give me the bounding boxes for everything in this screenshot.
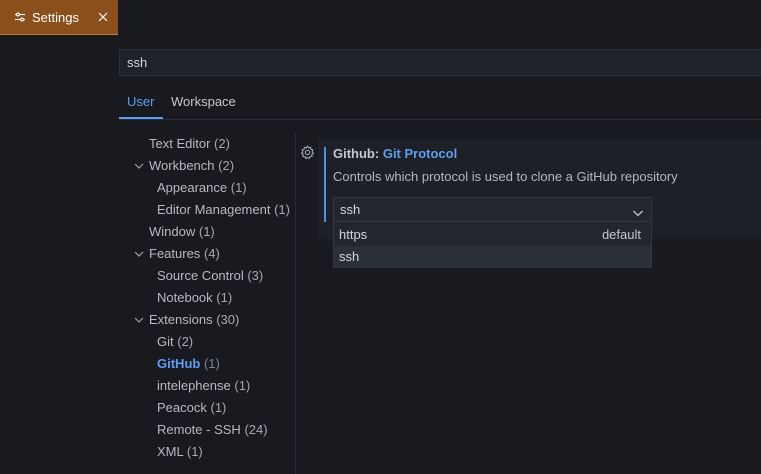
toc-sash[interactable] [295, 133, 296, 474]
protocol-dropdown-list: https default ssh [333, 222, 652, 268]
setting-title: Github: Git Protocol [333, 146, 457, 161]
toc-item-window[interactable]: Window (1) [149, 221, 215, 243]
toc-count: (2) [214, 136, 230, 151]
toc-label: Git [157, 334, 174, 349]
toc-count: (2) [177, 334, 194, 349]
tab-user[interactable]: User [127, 88, 154, 118]
toc-item-workbench[interactable]: Workbench (2) [134, 155, 235, 177]
tab-workspace[interactable]: Workspace [171, 88, 236, 118]
toc-item-intelephense[interactable]: intelephense (1) [157, 375, 250, 397]
toc-label: Notebook [157, 290, 213, 305]
toc-item-editor-management[interactable]: Editor Management (1) [157, 199, 290, 221]
toc-item-extensions[interactable]: Extensions (30) [134, 309, 240, 331]
toc-label: Appearance [157, 180, 228, 195]
toc-count: (30) [216, 312, 240, 327]
chevron-down-icon[interactable] [133, 155, 145, 177]
toc-label: Workbench [149, 158, 215, 173]
gear-icon[interactable] [300, 145, 315, 160]
toc-item-peacock[interactable]: Peacock (1) [157, 397, 226, 419]
setting-description: Controls which protocol is used to clone… [333, 169, 678, 184]
divider [119, 119, 761, 120]
close-icon[interactable] [96, 10, 110, 24]
toc-count: (1) [234, 378, 251, 393]
toc-label: Features [149, 246, 201, 261]
toc-label: Window [149, 224, 196, 239]
option-label: ssh [339, 249, 360, 264]
toc-count: (3) [247, 268, 264, 283]
settings-scope-tabs: User Workspace [119, 88, 761, 120]
toc-label: Remote - SSH [157, 422, 241, 437]
toc-label: Text Editor [149, 136, 211, 151]
toc-label: Peacock [157, 400, 207, 415]
editor-tab-bar: Settings [0, 0, 761, 36]
toc-count: (1) [203, 356, 220, 371]
toc-item-features[interactable]: Features (4) [134, 243, 220, 265]
toc-label: Source Control [157, 268, 244, 283]
chevron-down-icon[interactable] [133, 243, 145, 265]
dropdown-option-https[interactable]: https default [334, 224, 651, 246]
settings-table-of-contents: Text Editor (2) Workbench (2) Appearance… [119, 133, 295, 474]
toc-count: (1) [198, 224, 215, 239]
toc-item-xml[interactable]: XML (1) [157, 441, 203, 463]
toc-label: XML [157, 444, 184, 459]
toc-item-source-control[interactable]: Source Control (3) [157, 265, 263, 287]
settings-search-input[interactable] [119, 49, 761, 76]
toc-item-text-editor[interactable]: Text Editor (2) [149, 133, 230, 155]
toc-item-git[interactable]: Git (2) [157, 331, 193, 353]
toc-count: (24) [244, 422, 268, 437]
toc-count: (4) [203, 246, 220, 261]
toc-count: (1) [186, 444, 203, 459]
toc-label: GitHub [157, 356, 201, 371]
toc-item-notebook[interactable]: Notebook (1) [157, 287, 232, 309]
dropdown-option-ssh[interactable]: ssh [334, 246, 651, 268]
toc-label: Extensions [149, 312, 213, 327]
toc-count: (1) [230, 180, 247, 195]
option-default-tag: default [601, 227, 641, 242]
option-label: https [339, 227, 368, 242]
toc-item-remote-ssh[interactable]: Remote - SSH (24) [157, 419, 268, 441]
chevron-down-icon[interactable] [133, 309, 145, 331]
toc-count: (1) [216, 290, 233, 305]
toc-count: (1) [210, 400, 227, 415]
toc-label: Editor Management [157, 202, 271, 217]
setting-category: Github: [333, 146, 383, 161]
toc-label: intelephense [157, 378, 231, 393]
settings-sliders-icon [14, 11, 26, 23]
protocol-select[interactable]: ssh [333, 197, 652, 222]
toc-item-appearance[interactable]: Appearance (1) [157, 177, 247, 199]
select-value: ssh [340, 202, 361, 217]
chevron-down-icon[interactable] [632, 203, 644, 217]
toc-count: (1) [274, 202, 290, 217]
toc-count: (2) [218, 158, 235, 173]
toc-item-github[interactable]: GitHub (1) [157, 353, 220, 375]
tab-settings[interactable]: Settings [0, 0, 118, 35]
tab-label: Settings [32, 9, 79, 25]
modified-indicator [324, 147, 326, 222]
setting-name: Git Protocol [382, 146, 458, 161]
